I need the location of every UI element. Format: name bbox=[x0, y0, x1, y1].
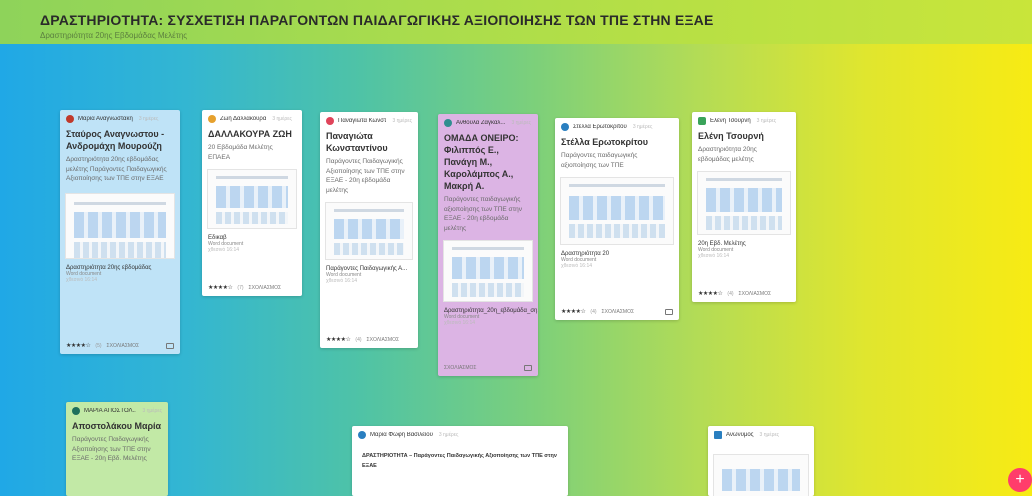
attachment-name[interactable]: Δραστηριότητα_20η_εβδομάδα_ση... bbox=[438, 306, 538, 314]
post-body: Παράγοντες Παιδαγωγικής Αξιοποίησης των … bbox=[72, 436, 151, 462]
rating-count: (4) bbox=[355, 336, 362, 343]
post-body: Δραστηριότητα 20ης εβδομάδας μελέτης Παρ… bbox=[66, 156, 167, 182]
avatar bbox=[72, 407, 80, 415]
post-card[interactable]: Ανώνυμος 3 ημέρες bbox=[708, 426, 814, 496]
post-body: Δραστηριότητα 20ης εβδομάδας μελέτης bbox=[698, 146, 757, 163]
attachment-date: χθεσινό 16:14 bbox=[208, 247, 240, 253]
attachment-date: χθεσινό 16:14 bbox=[698, 253, 730, 259]
rating-stars[interactable]: ★★★★☆ bbox=[698, 290, 723, 297]
comment-link[interactable]: ΣΧΟΛΙΑΣΜΟΣ bbox=[367, 337, 400, 343]
comment-link[interactable]: ΣΧΟΛΙΑΣΜΟΣ bbox=[739, 291, 772, 297]
post-time: 3 ημέρες bbox=[756, 118, 777, 124]
post-time: 3 ημέρες bbox=[438, 432, 459, 438]
post-title: ΟΜΑΔΑ ΟΝΕΙΡΟ: Φιλιππός Ε., Πανάγη Μ., Κα… bbox=[444, 133, 519, 191]
post-footer: ★★★★☆ (4) ΣΧΟΛΙΑΣΜΟΣ bbox=[320, 331, 418, 348]
post-time: 3 ημέρες bbox=[272, 116, 292, 122]
post-card[interactable]: Ανθούλα Ζαγκαλ... 3 ημέρες ΟΜΑΔΑ ΟΝΕΙΡΟ: … bbox=[438, 114, 538, 376]
board-header: ΔΡΑΣΤΗΡΙΟΤΗΤΑ: ΣΥΣΧΕΤΙΣΗ ΠΑΡΑΓΟΝΤΩΝ ΠΑΙΔ… bbox=[0, 0, 1032, 44]
post-card[interactable]: Ζωή Δαλλάκουρα 3 ημέρες ΔΑΛΛΑΚΟΥΡΑ ΖΩΗ 20… bbox=[202, 110, 302, 296]
attachment-preview[interactable] bbox=[443, 240, 533, 302]
post-footer: ΣΧΟΛΙΑΣΜΟΣ bbox=[438, 360, 538, 376]
post-body: Παράγοντες παιδαγωγικής αξιοποίησης των … bbox=[561, 152, 638, 169]
attachment-date: χθεσινό 16:14 bbox=[66, 276, 98, 283]
post-time: 3 ημέρες bbox=[138, 116, 159, 122]
post-title: ΔΑΛΛΑΚΟΥΡΑ ΖΩΗ bbox=[208, 129, 292, 139]
board-subtitle: Δραστηριότητα 20ης Εβδομάδας Μελέτης bbox=[40, 31, 188, 40]
avatar bbox=[358, 431, 366, 439]
rating-count: (5) bbox=[95, 342, 102, 349]
post-author: Ανώνυμος bbox=[726, 432, 754, 438]
post-footer: ★★★★☆ (4) ΣΧΟΛΙΑΣΜΟΣ bbox=[555, 303, 679, 320]
attachment-preview[interactable] bbox=[65, 192, 175, 259]
rating-stars[interactable]: ★★★★☆ bbox=[208, 284, 233, 291]
rating-stars[interactable]: ★★★★☆ bbox=[561, 308, 586, 315]
comment-link[interactable]: ΣΧΟΛΙΑΣΜΟΣ bbox=[444, 365, 477, 371]
avatar bbox=[714, 431, 722, 439]
document-preview-title[interactable]: ΔΡΑΣΤΗΡΙΟΤΗΤΑ – Παράγοντες Παιδαγωγικής … bbox=[352, 444, 568, 479]
attachment-date: χθεσινό 16:14 bbox=[444, 320, 476, 326]
comment-icon[interactable] bbox=[665, 308, 673, 315]
attachment-name[interactable]: Παράγοντες Παιδαγωγικής Α... bbox=[320, 264, 418, 272]
avatar bbox=[561, 123, 569, 131]
comment-icon[interactable] bbox=[524, 365, 532, 371]
comment-link[interactable]: ΣΧΟΛΙΑΣΜΟΣ bbox=[249, 285, 282, 291]
attachment-name[interactable]: Δραστηριότητα 20 bbox=[555, 249, 679, 257]
post-author: Μαρία Φώφη Βασιλείου bbox=[370, 432, 433, 438]
attachment-preview[interactable] bbox=[207, 169, 297, 229]
post-title: Ελένη Τσουρνή bbox=[698, 131, 764, 141]
post-title: Αποστολάκου Μαρία bbox=[72, 421, 162, 431]
rating-count: (4) bbox=[590, 308, 597, 315]
post-author: ΜΑΡΙΑ ΑΠΟΣΤΟΛ... bbox=[84, 408, 137, 414]
post-title: Σταύρος Αναγνωστου - Ανδρομάχη Μουρούζη bbox=[66, 129, 165, 151]
post-card[interactable]: Μαρία Αναγνωστάκη 3 ημέρες Σταύρος Αναγνω… bbox=[60, 110, 180, 354]
post-time: 3 ημέρες bbox=[759, 432, 780, 438]
post-author: Ζωή Δαλλάκουρα bbox=[220, 116, 267, 122]
post-title: Παναγιώτα Κωνσταντίνου bbox=[326, 131, 388, 153]
rating-count: (4) bbox=[727, 290, 734, 297]
attachment-preview[interactable] bbox=[697, 171, 791, 235]
post-author: Μαρία Αναγνωστάκη bbox=[78, 116, 133, 122]
post-card[interactable]: Ελένη Τσουρνή 3 ημέρες Ελένη Τσουρνή Δρασ… bbox=[692, 112, 796, 302]
rating-stars[interactable]: ★★★★☆ bbox=[326, 336, 351, 343]
post-time: 3 ημέρες bbox=[511, 120, 531, 126]
attachment-name[interactable]: Δραστηριότητα 20ης εβδομάδας bbox=[60, 263, 180, 271]
post-body: Παράγοντες παιδαγωγικής αξιοποίησης των … bbox=[444, 196, 523, 232]
post-time: 3 ημέρες bbox=[632, 124, 653, 130]
avatar bbox=[326, 117, 334, 125]
comment-link[interactable]: ΣΧΟΛΙΑΣΜΟΣ bbox=[107, 343, 140, 349]
rating-count: (7) bbox=[237, 284, 244, 291]
avatar bbox=[698, 117, 706, 125]
avatar bbox=[208, 115, 216, 123]
attachment-name[interactable]: 20η Εβδ. Μελέτης bbox=[692, 239, 796, 247]
avatar bbox=[444, 119, 452, 127]
post-card[interactable]: Στέλλα Ερωτοκρίτου 3 ημέρες Στέλλα Ερωτοκ… bbox=[555, 118, 679, 320]
post-body: Παράγοντες Παιδαγωγικής Αξιοποίησης των … bbox=[326, 158, 405, 194]
post-card[interactable]: Μαρία Φώφη Βασιλείου 3 ημέρες ΔΡΑΣΤΗΡΙΟΤΗ… bbox=[352, 426, 568, 496]
post-author: Παναγιώτα Κωνσταντ... bbox=[338, 118, 387, 124]
board-title: ΔΡΑΣΤΗΡΙΟΤΗΤΑ: ΣΥΣΧΕΤΙΣΗ ΠΑΡΑΓΟΝΤΩΝ ΠΑΙΔ… bbox=[40, 12, 714, 28]
add-post-button[interactable]: + bbox=[1008, 468, 1032, 492]
post-footer: ★★★★☆ (4) ΣΧΟΛΙΑΣΜΟΣ bbox=[692, 285, 796, 302]
comment-link[interactable]: ΣΧΟΛΙΑΣΜΟΣ bbox=[602, 309, 635, 315]
attachment-preview[interactable] bbox=[325, 202, 413, 260]
attachment-date: χθεσινό 16:14 bbox=[326, 278, 358, 284]
post-author: Ελένη Τσουρνή bbox=[710, 118, 751, 124]
avatar bbox=[66, 115, 74, 123]
post-footer: ★★★★☆ (5) ΣΧΟΛΙΑΣΜΟΣ bbox=[60, 337, 180, 354]
post-time: 3 ημέρες bbox=[142, 408, 162, 414]
post-time: 3 ημέρες bbox=[392, 118, 412, 124]
post-footer: ★★★★☆ (7) ΣΧΟΛΙΑΣΜΟΣ bbox=[202, 279, 302, 296]
post-title: Στέλλα Ερωτοκρίτου bbox=[561, 137, 649, 147]
rating-stars[interactable]: ★★★★☆ bbox=[66, 342, 91, 349]
post-body: 20 Εβδομάδα Μελέτης ΕΠΑΕΑ bbox=[208, 144, 273, 161]
post-author: Ανθούλα Ζαγκαλ... bbox=[456, 120, 506, 126]
attachment-name[interactable]: Εδικαβ bbox=[202, 233, 302, 241]
post-card[interactable]: Παναγιώτα Κωνσταντ... 3 ημέρες Παναγιώτα … bbox=[320, 112, 418, 348]
post-author: Στέλλα Ερωτοκρίτου bbox=[573, 124, 627, 130]
post-card[interactable]: ΜΑΡΙΑ ΑΠΟΣΤΟΛ... 3 ημέρες Αποστολάκου Μαρ… bbox=[66, 402, 168, 496]
attachment-preview[interactable] bbox=[713, 454, 809, 496]
comment-icon[interactable] bbox=[166, 342, 174, 349]
attachment-date: χθεσινό 16:14 bbox=[561, 263, 593, 269]
attachment-preview[interactable] bbox=[560, 177, 674, 245]
